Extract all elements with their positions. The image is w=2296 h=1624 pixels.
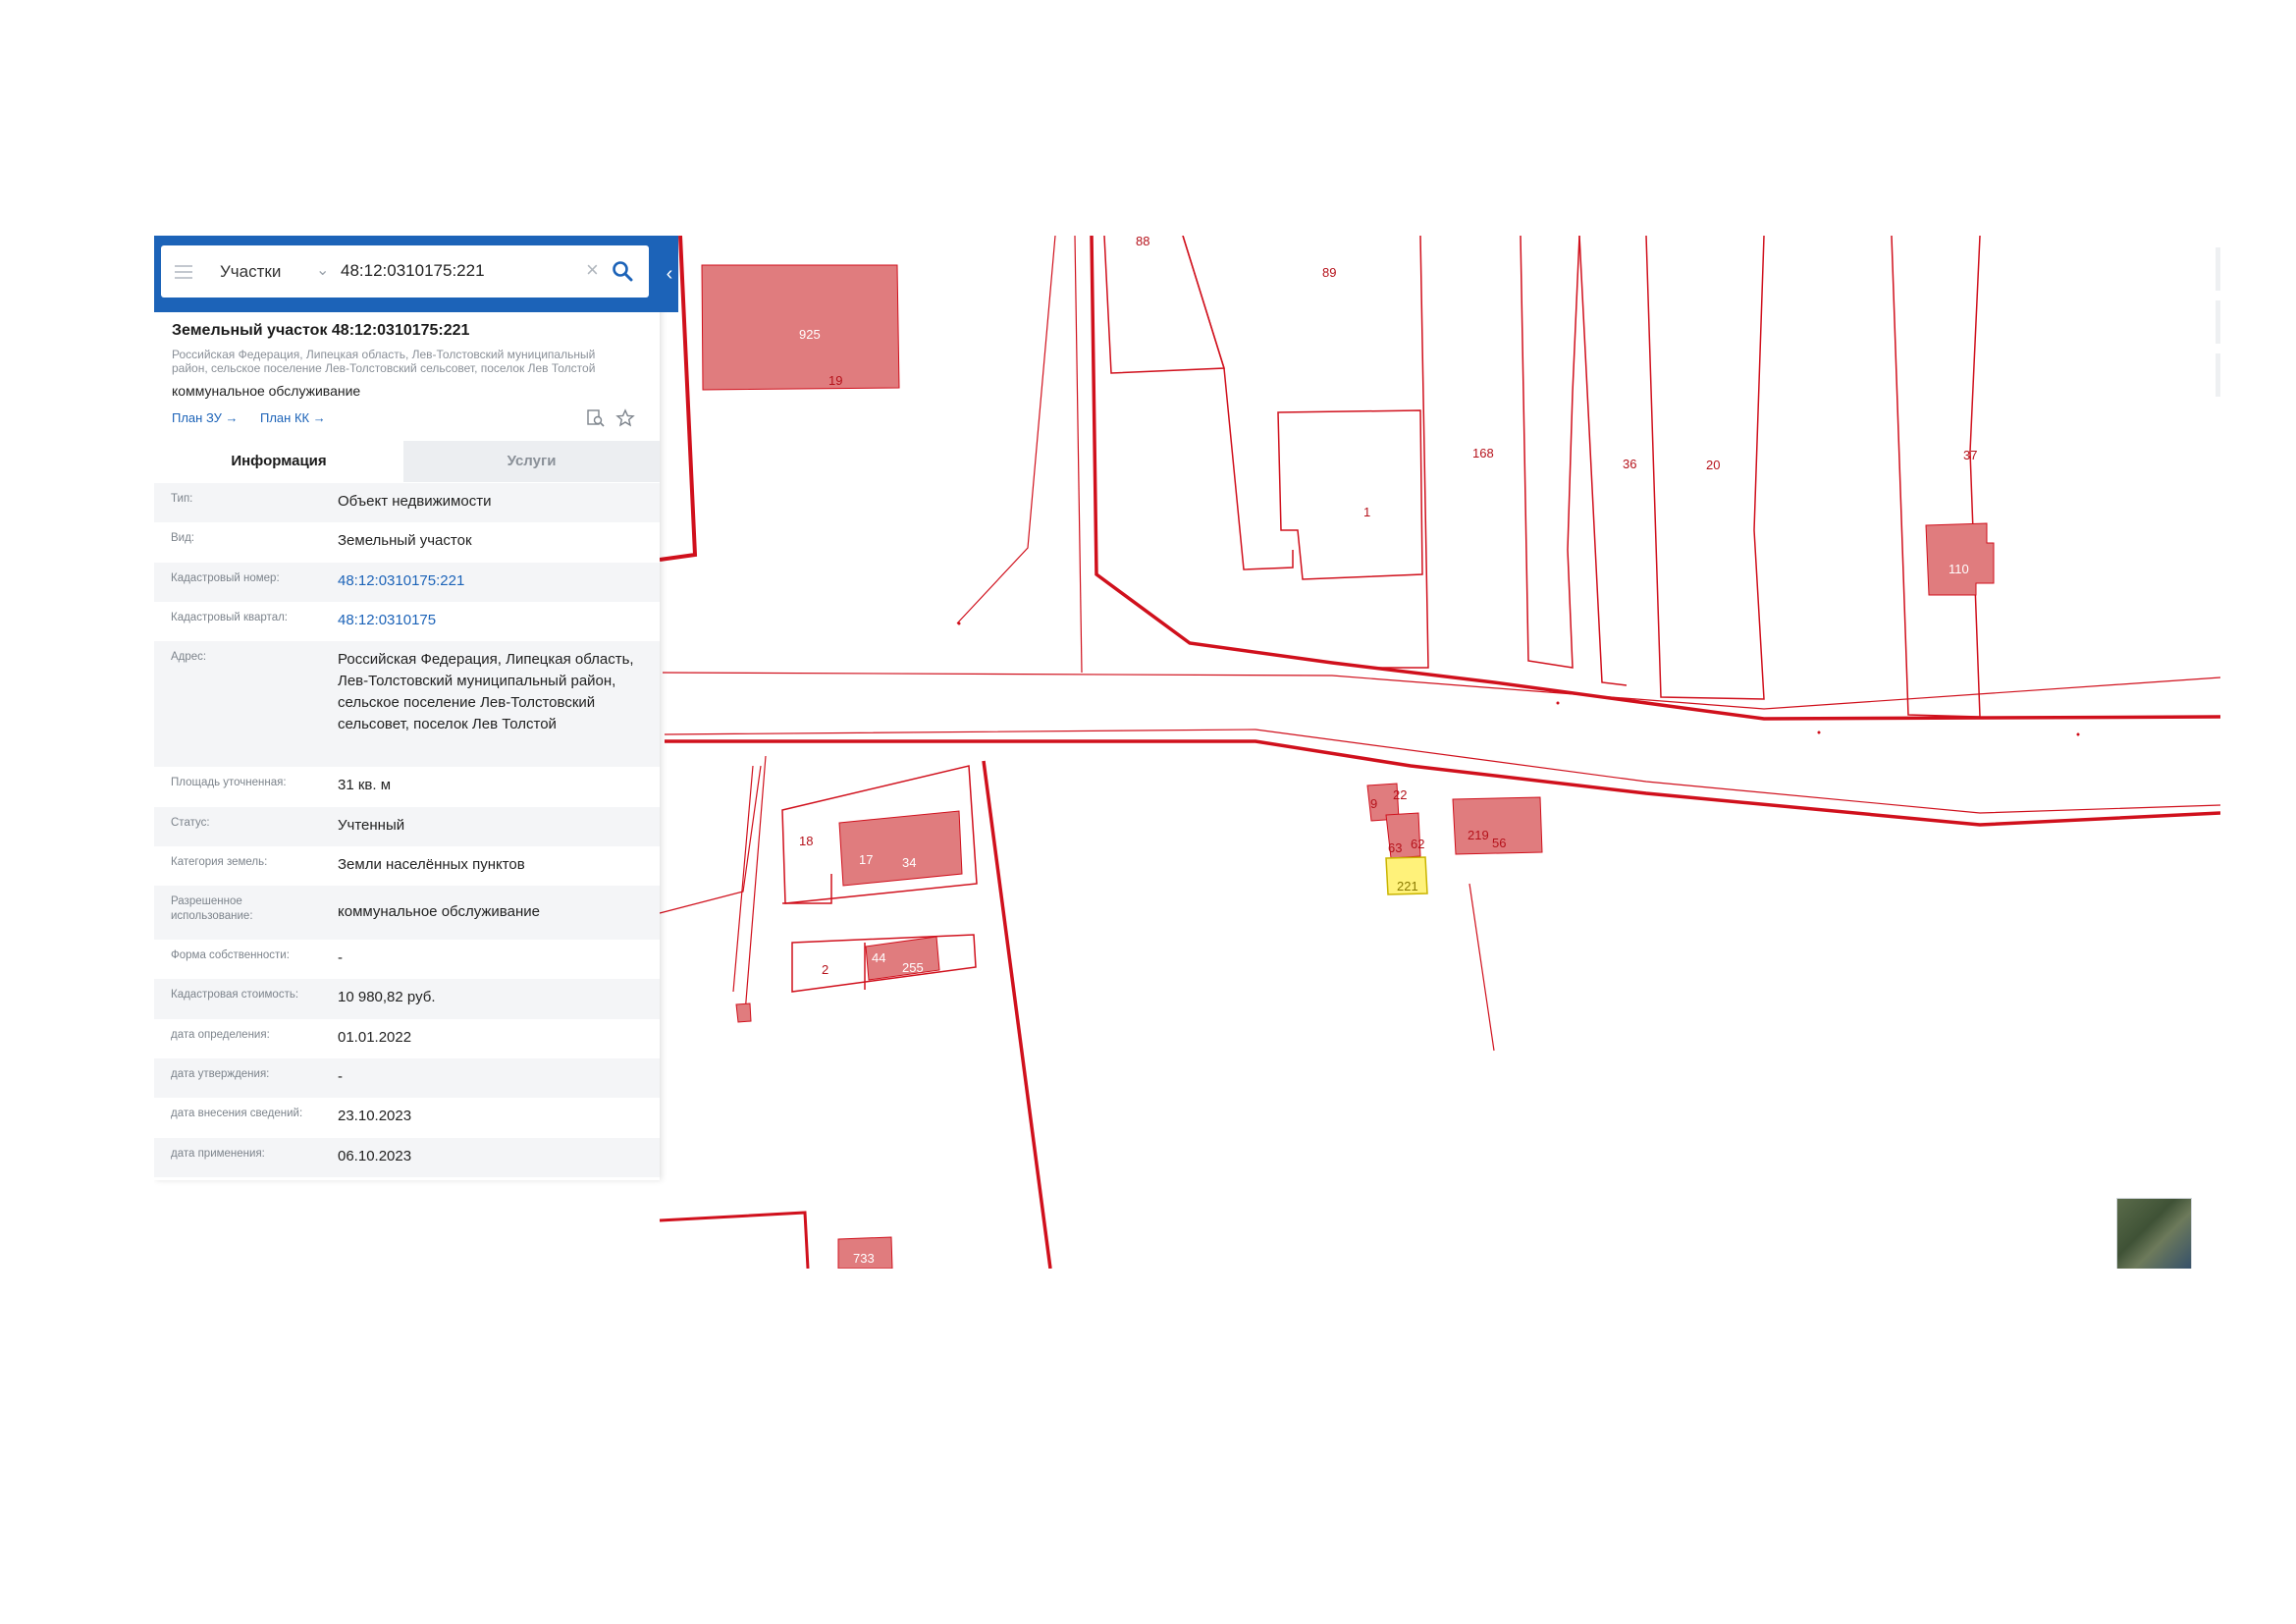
search-input[interactable] bbox=[341, 258, 566, 284]
zoom-in-button[interactable] bbox=[2216, 247, 2220, 291]
property-value: - bbox=[338, 949, 343, 966]
property-row: Статус: Учтенный bbox=[154, 807, 660, 846]
tab-information[interactable]: Информация bbox=[154, 441, 403, 482]
property-key: Площадь уточненная: bbox=[171, 777, 287, 788]
close-icon[interactable]: × bbox=[586, 258, 599, 282]
panel-tabs: Информация Услуги bbox=[154, 441, 660, 482]
search-box: Участки ⌄ × bbox=[161, 245, 649, 298]
parcel-label: 219 bbox=[1468, 828, 1489, 842]
parcel-label: 18 bbox=[799, 834, 813, 848]
cadastral-number-link[interactable]: 48:12:0310175:221 bbox=[338, 570, 647, 591]
search-bar: Участки ⌄ × ‹ bbox=[154, 236, 678, 312]
property-row: Разрешенное использование: коммунальное … bbox=[154, 886, 660, 940]
property-row: Кадастровая стоимость: 10 980,82 руб. bbox=[154, 979, 660, 1019]
parcel-label: 89 bbox=[1322, 265, 1336, 280]
parcel-label: 110 bbox=[1949, 562, 1969, 576]
chevron-down-icon[interactable]: ⌄ bbox=[316, 260, 329, 280]
property-row: дата применения: 06.10.2023 bbox=[154, 1138, 660, 1177]
parcel-label: 36 bbox=[1623, 457, 1636, 471]
property-key: Тип: bbox=[171, 493, 193, 505]
property-row: Кадастровый номер: 48:12:0310175:221 bbox=[154, 563, 660, 602]
property-key: Статус: bbox=[171, 817, 210, 829]
property-key: дата определения: bbox=[171, 1029, 270, 1041]
parcel-label: 1 bbox=[1363, 505, 1370, 519]
parcel-label: 19 bbox=[828, 373, 842, 388]
property-key: Кадастровый номер: bbox=[171, 572, 280, 584]
property-key: Категория земель: bbox=[171, 856, 268, 868]
object-title: Земельный участок 48:12:0310175:221 bbox=[172, 322, 470, 339]
property-row: Кадастровый квартал: 48:12:0310175 bbox=[154, 602, 660, 641]
property-value: 23.10.2023 bbox=[338, 1108, 412, 1124]
property-value: Земельный участок bbox=[338, 532, 472, 549]
parcel-label: 88 bbox=[1136, 236, 1149, 248]
property-row: Площадь уточненная: 31 кв. м bbox=[154, 767, 660, 807]
info-panel: Участки ⌄ × ‹ Земельный участок 48:12:03… bbox=[154, 236, 678, 1180]
property-value: Объект недвижимости bbox=[338, 493, 492, 510]
property-key: дата применения: bbox=[171, 1148, 265, 1160]
property-value: 06.10.2023 bbox=[338, 1148, 412, 1164]
property-key: Кадастровая стоимость: bbox=[171, 989, 299, 1001]
parcel-label: 63 bbox=[1388, 840, 1402, 855]
menu-icon[interactable] bbox=[175, 265, 192, 279]
parcel-label: 925 bbox=[799, 327, 821, 342]
search-icon[interactable] bbox=[612, 260, 633, 282]
property-row: Тип: Объект недвижимости bbox=[154, 483, 660, 522]
parcel-label: 44 bbox=[872, 950, 885, 965]
property-row: Категория земель: Земли населённых пункт… bbox=[154, 846, 660, 886]
property-key: Форма собственности: bbox=[171, 949, 290, 961]
parcel-label-selected: 221 bbox=[1397, 879, 1418, 893]
map-toolbar bbox=[2216, 247, 2220, 405]
property-key: Кадастровый квартал: bbox=[171, 612, 288, 623]
cadastral-quarter-link[interactable]: 48:12:0310175 bbox=[338, 610, 647, 630]
map-application: 88 89 925 19 168 36 20 37 1 110 18 17 34… bbox=[154, 236, 2220, 1269]
property-value: 01.01.2022 bbox=[338, 1029, 412, 1046]
parcel-label: 22 bbox=[1393, 787, 1407, 802]
property-row: дата утверждения: - bbox=[154, 1058, 660, 1098]
property-value: - bbox=[338, 1068, 343, 1085]
property-value: Земли населённых пунктов bbox=[338, 856, 525, 873]
parcel-label: 17 bbox=[859, 852, 873, 867]
collapse-panel-button[interactable]: ‹ bbox=[661, 253, 678, 295]
parcel-label: 9 bbox=[1370, 796, 1377, 811]
property-value: 31 кв. м bbox=[338, 777, 392, 793]
zoom-out-button[interactable] bbox=[2216, 300, 2220, 344]
object-card-header: Земельный участок 48:12:0310175:221 Росс… bbox=[154, 312, 660, 440]
parcel-label: 37 bbox=[1963, 448, 1977, 462]
parcel-label: 733 bbox=[853, 1251, 875, 1266]
property-value: 10 980,82 руб. bbox=[338, 989, 436, 1005]
property-key: дата внесения сведений: bbox=[171, 1108, 303, 1119]
parcel-label: 2 bbox=[822, 962, 828, 977]
parcel-label: 62 bbox=[1411, 837, 1424, 851]
parcel-label: 20 bbox=[1706, 458, 1720, 472]
plan-kk-link[interactable]: План КК → bbox=[260, 410, 326, 425]
layer-select[interactable]: Участки bbox=[220, 262, 281, 282]
layers-button[interactable] bbox=[2216, 353, 2220, 397]
property-row: дата определения: 01.01.2022 bbox=[154, 1019, 660, 1058]
property-key: дата утверждения: bbox=[171, 1068, 270, 1080]
property-key: Вид: bbox=[171, 532, 194, 544]
parcel-label: 56 bbox=[1492, 836, 1506, 850]
property-row: Адрес: Российская Федерация, Липецкая об… bbox=[154, 641, 660, 767]
tab-services[interactable]: Услуги bbox=[403, 441, 660, 482]
basemap-switcher-thumbnail[interactable] bbox=[2116, 1198, 2192, 1269]
object-usage: коммунальное обслуживание bbox=[172, 383, 361, 399]
property-key: Разрешенное использование: bbox=[171, 895, 253, 922]
plan-zu-link[interactable]: План ЗУ → bbox=[172, 410, 239, 425]
property-value: Российская Федерация, Липецкая область, … bbox=[338, 651, 634, 732]
property-row: дата внесения сведений: 23.10.2023 bbox=[154, 1098, 660, 1138]
property-row: Вид: Земельный участок bbox=[154, 522, 660, 563]
property-value: Учтенный bbox=[338, 817, 405, 834]
object-address: Российская Федерация, Липецкая область, … bbox=[172, 348, 596, 375]
parcel-label: 168 bbox=[1472, 446, 1494, 460]
parcel-label: 34 bbox=[902, 855, 916, 870]
properties-table: Тип: Объект недвижимости Вид: Земельный … bbox=[154, 483, 660, 1177]
property-value: коммунальное обслуживание bbox=[338, 903, 540, 920]
property-row: Форма собственности: - bbox=[154, 940, 660, 979]
parcel-label: 255 bbox=[902, 960, 924, 975]
property-key: Адрес: bbox=[171, 651, 207, 663]
document-search-icon[interactable] bbox=[586, 408, 606, 428]
star-icon[interactable] bbox=[615, 408, 635, 428]
